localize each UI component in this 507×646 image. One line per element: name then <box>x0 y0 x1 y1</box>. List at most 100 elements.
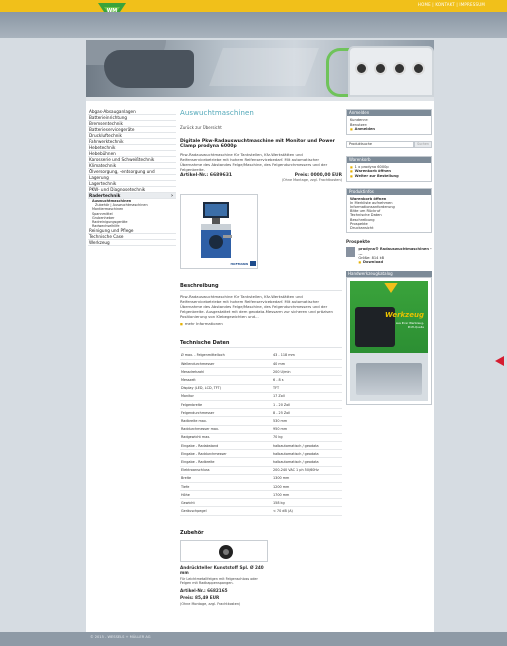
balancer-machine-image <box>201 202 232 259</box>
table-row: Radbreite max. 530 mm <box>180 416 342 426</box>
header-band <box>0 12 507 38</box>
hero-mechanic-arm <box>104 50 194 88</box>
tech-label: Eingabe - Radbreite <box>180 457 272 467</box>
product-title: Digitale Pkw-Radauswuchtmaschine mit Mon… <box>180 139 335 150</box>
checkout-link[interactable]: Weiter zur Bestellung <box>350 174 428 179</box>
brochures-heading: Prospekte <box>346 239 370 245</box>
brand-logo-icon <box>250 261 256 267</box>
tech-value: 1700 mm <box>272 490 342 500</box>
tech-label: Gewicht <box>180 498 272 508</box>
hero-gauge <box>412 62 425 75</box>
description-heading: Beschreibung <box>180 283 342 292</box>
accessory-image[interactable] <box>180 539 268 562</box>
tech-label: Elektroanschluss <box>180 466 272 475</box>
pdf-icon[interactable] <box>346 247 356 258</box>
accessory-desc: Für Leichtmetallfelgen mit Felgenschloss… <box>180 576 258 586</box>
hero-gauge <box>374 62 387 75</box>
accessory-title[interactable]: Andrückteller Kunststoff Spl. Ø 240 mm <box>180 565 270 575</box>
tech-label: Felgendurchmesser <box>180 408 272 418</box>
tech-label: Tiefe <box>180 482 272 492</box>
cart-box: Warenkorb 1 x prodyna 6000p Warenkorb öf… <box>346 155 432 182</box>
tech-label: Raddurchmesser max. <box>180 425 272 434</box>
table-row: Eingabe - Raddurchmesser halbautomatisch … <box>180 449 342 459</box>
catalog-subtitle: aus Ihrer Werkzeug-Profi-Quelle <box>395 320 424 329</box>
product-image[interactable]: HOFMANN <box>180 194 258 270</box>
table-row: Eingabe - Radbreite halbautomatisch / geo… <box>180 457 342 467</box>
more-info-link[interactable]: mehr Informationen <box>180 321 342 326</box>
tech-label: Breite <box>180 474 272 483</box>
arrow-left-icon <box>495 356 504 366</box>
tech-label: Messzeit <box>180 375 272 385</box>
hero-shine <box>209 48 319 86</box>
page-content: Abgas-Absauganlagen Batterieinrichtung B… <box>86 97 434 632</box>
pressure-plate-icon <box>219 544 233 559</box>
tech-value: 200-240 VAC 1 ph 50/60Hz <box>272 466 342 475</box>
catalog-cover-art: Werkzeug aus Ihrer Werkzeug-Profi-Quelle <box>350 280 428 401</box>
table-row: Gewicht 158 kg <box>180 498 342 508</box>
table-row: Wellendurchmesser 40 mm <box>180 359 342 369</box>
top-links[interactable]: HOME | KONTAKT | IMPRESSUM <box>418 2 485 7</box>
tech-value: 1300 mm <box>272 474 342 483</box>
wm-logo <box>384 282 398 293</box>
table-row: Eingabe - Radabstand halbautomatisch / ge… <box>180 441 342 451</box>
main-content: Auswuchtmaschinen Zurück zur Übersicht D… <box>180 109 342 606</box>
table-row: Messdrehzahl 200 U/min <box>180 367 342 377</box>
tech-value: 530 mm <box>272 416 342 426</box>
table-row: Messzeit 6 - 8 s <box>180 375 342 385</box>
table-row: Breite 1300 mm <box>180 474 342 483</box>
tech-value: 158 kg <box>272 498 342 508</box>
product-info-box: Produktinfos Warenkorb öffnen In Merklis… <box>346 187 432 234</box>
page-title: Auswuchtmaschinen <box>180 109 254 117</box>
tech-label: Eingabe - Raddurchmesser <box>180 449 272 459</box>
accessory-note: (Ohne Montage, zzgl. Frachtkosten) <box>180 601 241 606</box>
table-row: Display (LED, LCD, TFT) TFT <box>180 384 342 393</box>
table-row: Geräuschpegel < 70 dB (A) <box>180 506 342 516</box>
tech-value: 70 kg <box>272 433 342 442</box>
login-button[interactable]: Anmelden <box>350 127 428 132</box>
top-bar: HOME | KONTAKT | IMPRESSUM <box>0 0 507 12</box>
search-input[interactable]: Produktsuche <box>346 140 414 148</box>
table-row: Felgendurchmesser 8 - 25 Zoll <box>180 408 342 418</box>
product-search: Produktsuche Suchen <box>346 140 432 148</box>
tech-value: 1200 mm <box>272 482 342 492</box>
table-row: Elektroanschluss 200-240 VAC 1 ph 50/60Hz <box>180 466 342 475</box>
tech-label: Display (LED, LCD, TFT) <box>180 384 272 393</box>
download-link[interactable]: Download <box>358 260 432 264</box>
description-text: Pkw-Radauswuchtmaschine für Tankstellen,… <box>180 294 333 320</box>
hero-gauge <box>393 62 406 75</box>
table-row: Radgewicht max. 70 kg <box>180 433 342 442</box>
tech-value: 200 U/min <box>272 367 342 377</box>
hero-machine <box>348 46 434 97</box>
right-column: Anmelden Kundennr: Benutzer: Anmelden Pr… <box>346 109 432 405</box>
footer: © 2015 - WESSELS + MÜLLER AG <box>0 632 507 646</box>
article-number: Artikel-Nr.: 6689631 <box>180 173 233 179</box>
back-link[interactable]: Zurück zur Übersicht <box>180 125 342 130</box>
catalog-cover[interactable]: Werkzeug aus Ihrer Werkzeug-Profi-Quelle <box>346 276 432 405</box>
table-row: Höhe 1700 mm <box>180 490 342 500</box>
login-box: Anmelden Kundennr: Benutzer: Anmelden <box>346 109 432 135</box>
tech-label: Messdrehzahl <box>180 367 272 377</box>
table-row: Monitor 17 Zoll <box>180 392 342 402</box>
article-price-row: Artikel-Nr.: 6689631 Preis: 0000,00 EUR … <box>180 173 342 182</box>
tech-value: 950 mm <box>272 425 342 434</box>
product-short-desc: Pkw-Radauswuchtmaschine für Tankstellen,… <box>180 152 328 173</box>
tech-data-heading: Technische Daten <box>180 340 342 349</box>
table-row: Felgenbreite 1 - 20 Zoll <box>180 400 342 410</box>
tech-value: 6 - 8 s <box>272 375 342 385</box>
search-button[interactable]: Suchen <box>414 140 432 148</box>
sidebar-item-radertechnik[interactable]: Radertechnik <box>88 193 176 199</box>
accessory-article: Artikel-Nr.: 6682165 <box>180 587 228 593</box>
sidebar-item[interactable]: Werkzeug <box>88 240 176 247</box>
tech-label: Monitor <box>180 392 272 402</box>
info-link[interactable]: Druckansicht <box>350 226 428 230</box>
brochure-item: prodyna® Radauswuchtmaschinen - ... Größ… <box>346 247 432 265</box>
tech-value: < 70 dB (A) <box>272 506 342 516</box>
tech-label: Höhe <box>180 490 272 500</box>
tech-value: 17 Zoll <box>272 392 342 402</box>
tech-value: TFT <box>272 384 342 393</box>
brochure-title[interactable]: prodyna® Radauswuchtmaschinen - ... <box>358 247 432 256</box>
tech-value: halbautomatisch / geodata <box>272 449 342 459</box>
tech-value: 43 - 118 mm <box>272 351 342 361</box>
tech-value: 1 - 20 Zoll <box>272 400 342 410</box>
tech-label: Ø max. - Felgenmittelloch <box>180 351 272 361</box>
